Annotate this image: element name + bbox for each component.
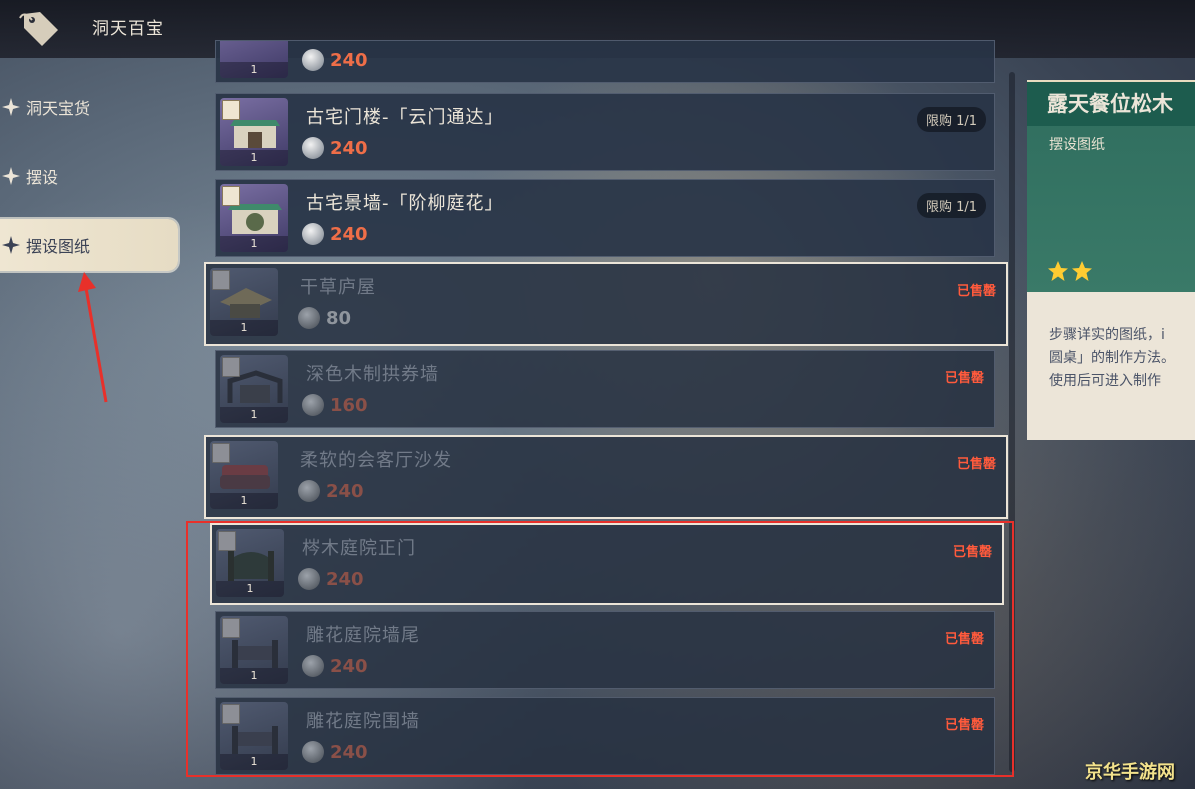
list-item[interactable]: 1 柔软的会客厅沙发 240 已售罄 xyxy=(204,435,1008,519)
sold-out-label: 已售罄 xyxy=(944,632,984,647)
item-name: 梣木庭院正门 xyxy=(302,538,416,559)
coin-icon xyxy=(302,49,324,71)
coin-icon xyxy=(298,480,320,502)
item-price: 240 xyxy=(302,223,368,245)
watermark: 京华手游网 xyxy=(1085,762,1175,783)
coin-icon xyxy=(302,394,324,416)
page-title: 洞天百宝 xyxy=(92,19,164,39)
list-item[interactable]: 1 梣木庭院正门 240 已售罄 xyxy=(210,523,1004,605)
item-name: 古宅景墙-「阶柳庭花」 xyxy=(306,193,504,214)
item-quantity: 1 xyxy=(216,581,284,597)
item-name: 深色木制拱券墙 xyxy=(306,364,439,385)
item-thumbnail: 1 xyxy=(210,441,278,509)
sidebar-item-label: 摆设 xyxy=(26,168,59,187)
purchase-limit-badge: 限购 1/1 xyxy=(916,193,986,218)
sold-out-label: 已售罄 xyxy=(944,718,984,733)
star-icon xyxy=(1072,261,1092,281)
item-quantity: 1 xyxy=(220,668,288,684)
detail-body: 步骤详实的图纸，i 圆桌」的制作方法。 使用后可进入制作 xyxy=(1027,292,1195,440)
sold-out-label: 已售罄 xyxy=(952,545,992,560)
price-tag-icon xyxy=(19,12,58,46)
item-thumbnail: 1 xyxy=(220,702,288,770)
blueprint-icon xyxy=(218,531,236,551)
blueprint-icon xyxy=(222,704,240,724)
sold-out-label: 已售罄 xyxy=(956,284,996,299)
list-item[interactable]: 1 古宅门楼-「云门通达」 240 限购 1/1 xyxy=(215,93,995,171)
item-price: 80 xyxy=(298,307,351,329)
item-price: 240 xyxy=(302,655,368,677)
item-detail-panel: 露天餐位松木 摆设图纸 步骤详实的图纸，i 圆桌」的制作方法。 使用后可进入制作 xyxy=(1027,80,1195,440)
item-price: 240 xyxy=(302,49,368,71)
scrollbar[interactable] xyxy=(1009,72,1015,772)
purchase-limit-badge: 限购 1/1 xyxy=(916,107,986,132)
item-name: 雕花庭院围墙 xyxy=(306,711,420,732)
item-name: 古宅门楼-「云门通达」 xyxy=(306,107,504,128)
sidebar-item-treasures[interactable]: 洞天宝货 xyxy=(0,84,90,130)
sidebar-item-label: 摆设图纸 xyxy=(26,237,91,256)
detail-title: 露天餐位松木 xyxy=(1027,80,1195,126)
list-item[interactable]: 1 深色木制拱券墙 160 已售罄 xyxy=(215,350,995,428)
item-thumbnail: 1 xyxy=(220,41,288,78)
blueprint-icon xyxy=(222,186,240,206)
list-item[interactable]: 1 干草庐屋 80 已售罄 xyxy=(204,262,1008,346)
star-icon xyxy=(1048,261,1068,281)
detail-category: 摆设图纸 xyxy=(1049,137,1105,153)
item-quantity: 1 xyxy=(210,320,278,336)
coin-icon xyxy=(298,307,320,329)
item-name: 雕花庭院墙尾 xyxy=(306,625,420,646)
blueprint-icon xyxy=(222,100,240,120)
list-item[interactable]: 1 雕花庭院墙尾 240 已售罄 xyxy=(215,611,995,689)
blueprint-icon xyxy=(222,357,240,377)
sparkle-icon xyxy=(2,98,20,116)
coin-icon xyxy=(298,568,320,590)
item-price: 240 xyxy=(302,137,368,159)
coin-icon xyxy=(302,655,324,677)
item-name: 柔软的会客厅沙发 xyxy=(300,450,452,471)
item-price: 240 xyxy=(302,741,368,763)
sparkle-icon xyxy=(2,167,20,185)
item-name: 干草庐屋 xyxy=(300,277,376,298)
item-thumbnail: 1 xyxy=(220,184,288,252)
item-quantity: 1 xyxy=(220,407,288,423)
item-price: 160 xyxy=(302,394,368,416)
blueprint-icon xyxy=(212,270,230,290)
blueprint-icon xyxy=(212,443,230,463)
item-thumbnail: 1 xyxy=(210,268,278,336)
sparkle-icon xyxy=(2,236,20,254)
coin-icon xyxy=(302,223,324,245)
sidebar-item-blueprints[interactable]: 摆设图纸 xyxy=(0,219,178,271)
detail-description: 步骤详实的图纸，i 圆桌」的制作方法。 使用后可进入制作 xyxy=(1049,327,1175,389)
rarity-stars xyxy=(1047,260,1093,282)
annotation-arrow xyxy=(78,272,108,403)
list-item[interactable]: 1 古宅景墙-「阶柳庭花」 240 限购 1/1 xyxy=(215,179,995,257)
sold-out-label: 已售罄 xyxy=(944,371,984,386)
sold-out-label: 已售罄 xyxy=(956,457,996,472)
item-quantity: 1 xyxy=(220,150,288,166)
item-price: 240 xyxy=(298,480,364,502)
coin-icon xyxy=(302,137,324,159)
blueprint-icon xyxy=(222,618,240,638)
item-price: 240 xyxy=(298,568,364,590)
coin-icon xyxy=(302,741,324,763)
sidebar-item-label: 洞天宝货 xyxy=(26,99,91,118)
item-thumbnail: 1 xyxy=(216,529,284,597)
item-quantity: 1 xyxy=(210,493,278,509)
item-quantity: 1 xyxy=(220,62,288,78)
list-item[interactable]: 1 240 xyxy=(215,40,995,83)
item-quantity: 1 xyxy=(220,236,288,252)
sidebar-item-furnishings[interactable]: 摆设 xyxy=(0,153,58,199)
item-thumbnail: 1 xyxy=(220,355,288,423)
item-quantity: 1 xyxy=(220,754,288,770)
item-thumbnail: 1 xyxy=(220,98,288,166)
item-thumbnail: 1 xyxy=(220,616,288,684)
list-item[interactable]: 1 雕花庭院围墙 240 已售罄 xyxy=(215,697,995,775)
